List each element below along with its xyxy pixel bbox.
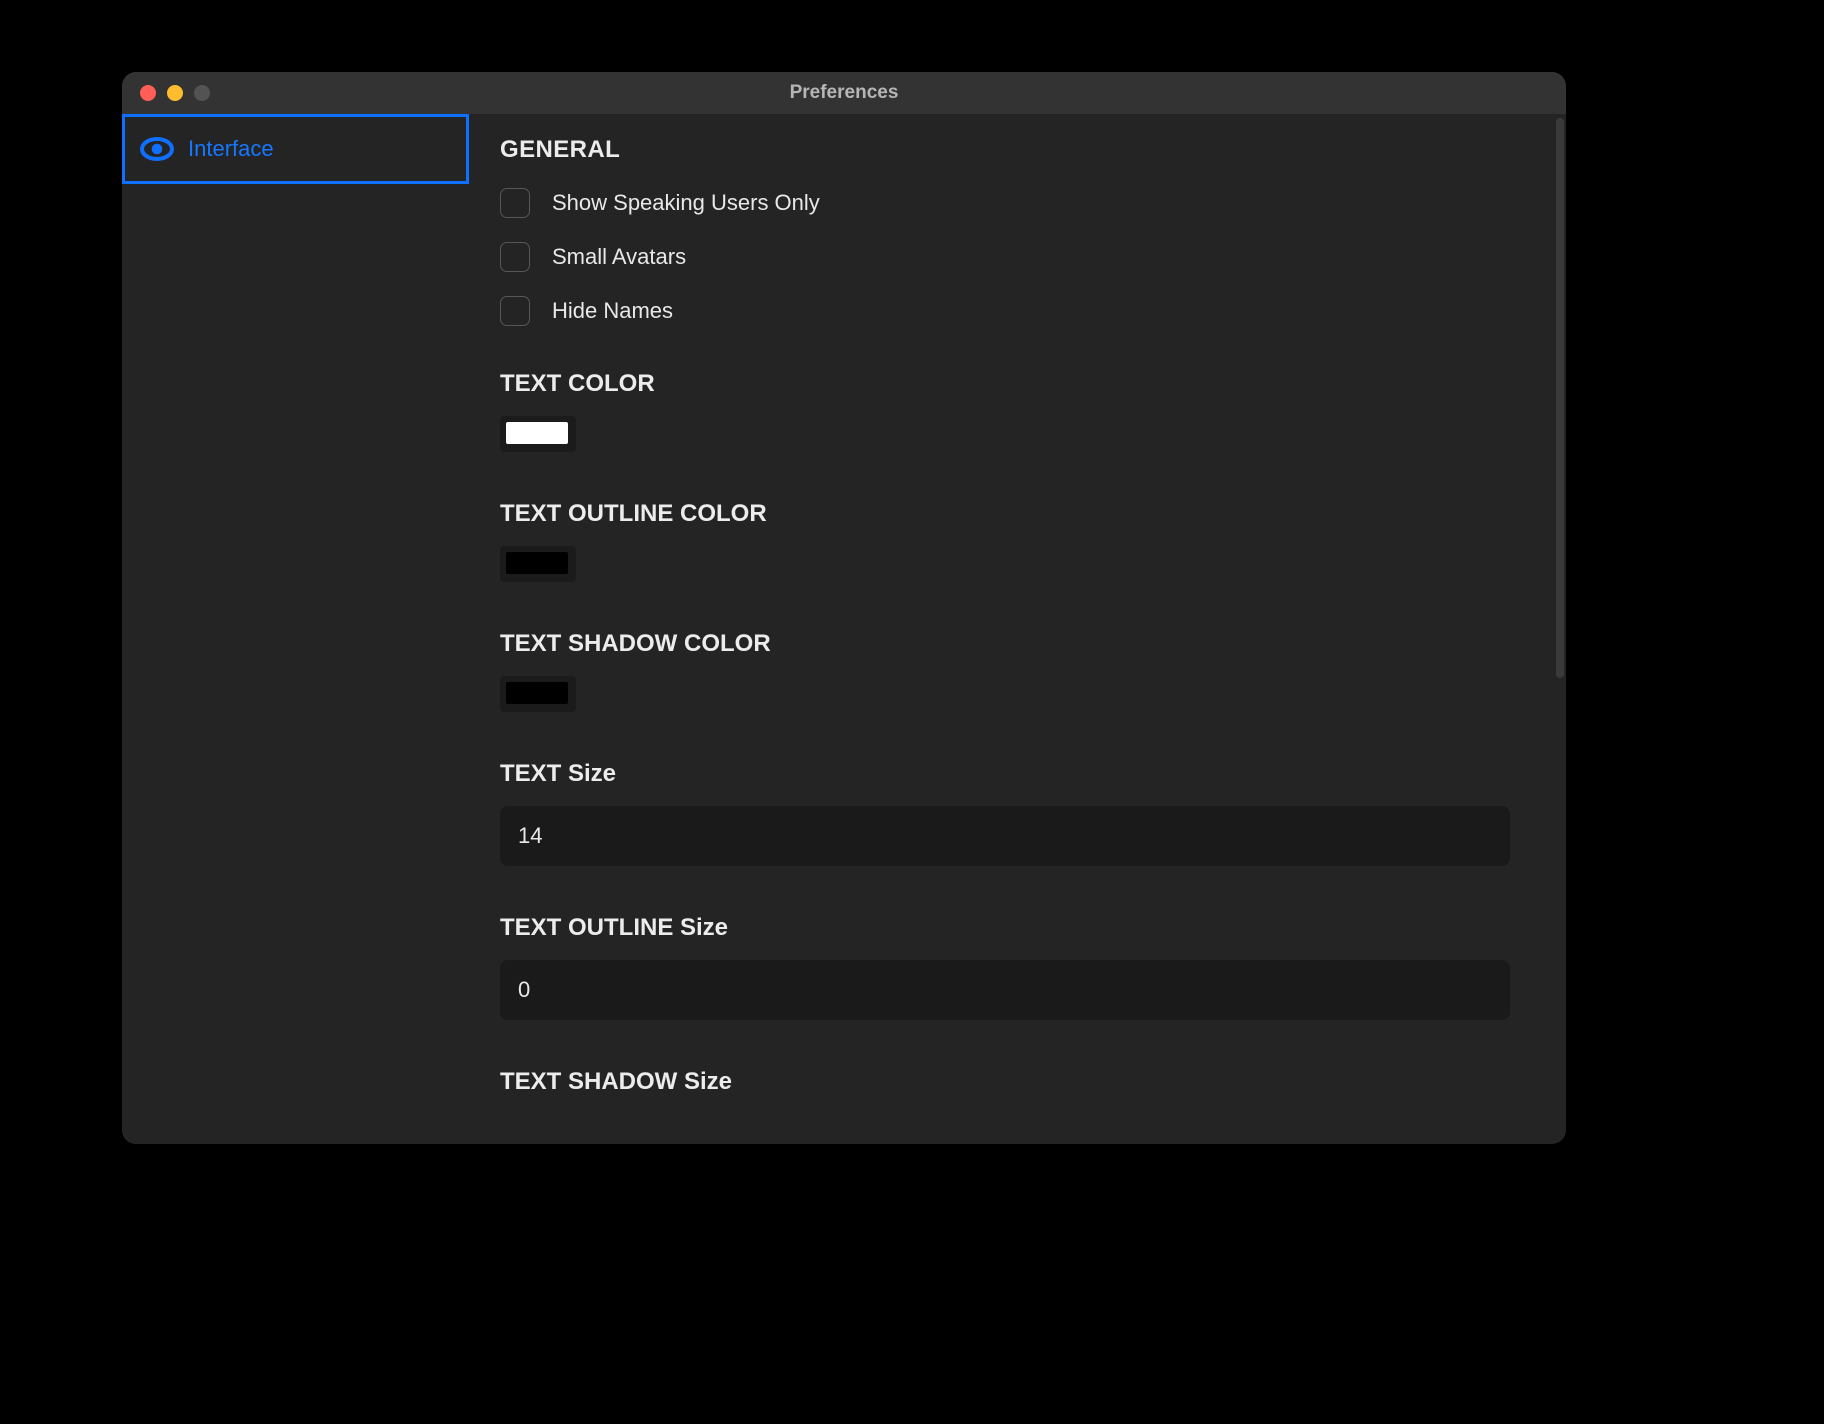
checkbox-show-speaking-users[interactable]	[500, 188, 530, 218]
color-well-text-outline-color[interactable]	[500, 546, 576, 582]
text-outline-size-input[interactable]	[500, 960, 1510, 1020]
section-title-text-color: TEXT COLOR	[500, 370, 1536, 398]
scrollbar[interactable]	[1556, 118, 1564, 678]
window-controls	[122, 85, 210, 101]
checkbox-label: Hide Names	[552, 298, 673, 324]
window-title: Preferences	[122, 82, 1566, 104]
window-body: Interface GENERAL Show Speaking Users On…	[122, 114, 1566, 1144]
sidebar: Interface	[122, 114, 470, 1144]
section-title-general: GENERAL	[500, 136, 1536, 164]
section-title-text-shadow-color: TEXT SHADOW COLOR	[500, 630, 1536, 658]
color-swatch	[506, 552, 568, 574]
sidebar-item-interface[interactable]: Interface	[122, 114, 469, 184]
section-title-text-outline-color: TEXT OUTLINE COLOR	[500, 500, 1536, 528]
option-show-speaking-users: Show Speaking Users Only	[500, 188, 1536, 218]
section-title-text-size: TEXT Size	[500, 760, 1536, 788]
color-well-text-shadow-color[interactable]	[500, 676, 576, 712]
preferences-window: Preferences Interface GENERAL Show Speak…	[122, 72, 1566, 1144]
content-pane: GENERAL Show Speaking Users Only Small A…	[470, 114, 1566, 1144]
checkbox-label: Small Avatars	[552, 244, 686, 270]
checkbox-small-avatars[interactable]	[500, 242, 530, 272]
text-size-input[interactable]	[500, 806, 1510, 866]
color-swatch	[506, 422, 568, 444]
titlebar: Preferences	[122, 72, 1566, 114]
eye-icon	[140, 137, 174, 161]
section-title-text-outline-size: TEXT OUTLINE Size	[500, 914, 1536, 942]
checkbox-hide-names[interactable]	[500, 296, 530, 326]
minimize-icon[interactable]	[167, 85, 183, 101]
sidebar-item-label: Interface	[188, 136, 274, 162]
close-icon[interactable]	[140, 85, 156, 101]
option-small-avatars: Small Avatars	[500, 242, 1536, 272]
zoom-icon[interactable]	[194, 85, 210, 101]
color-well-text-color[interactable]	[500, 416, 576, 452]
section-title-text-shadow-size: TEXT SHADOW Size	[500, 1068, 1536, 1096]
color-swatch	[506, 682, 568, 704]
checkbox-label: Show Speaking Users Only	[552, 190, 820, 216]
option-hide-names: Hide Names	[500, 296, 1536, 326]
